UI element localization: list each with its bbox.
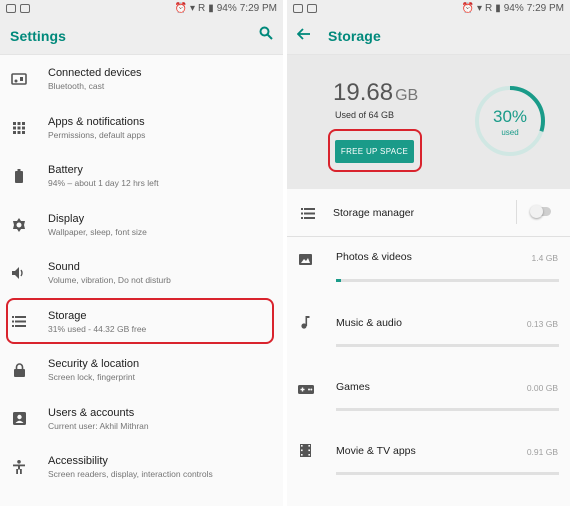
settings-item-apps-notifications[interactable]: Apps & notifications Permissions, defaul… [0, 104, 283, 153]
used-amount-value: 19.68 [333, 79, 394, 106]
category-usage-bar [336, 472, 559, 475]
used-of-total: Used of 64 GB [335, 110, 395, 120]
item-subtitle: Volume, vibration, Do not disturb [48, 275, 171, 286]
accessibility-icon [0, 460, 38, 475]
alarm-icon: ⏰ [174, 3, 187, 14]
item-subtitle: 94% – about 1 day 12 hrs left [48, 178, 159, 189]
apps-grid-icon [0, 121, 38, 134]
notification-icon [6, 4, 16, 13]
settings-item-accessibility[interactable]: Accessibility Screen readers, display, i… [0, 443, 283, 492]
settings-item-security-location[interactable]: Security & location Screen lock, fingerp… [0, 346, 283, 395]
roaming-indicator: R [197, 3, 206, 14]
item-title: Accessibility [48, 455, 108, 468]
clock: 7:29 PM [526, 3, 564, 14]
category-movie-tv[interactable]: Movie & TV apps 0.91 GB [287, 443, 570, 481]
item-subtitle: Screen readers, display, interaction con… [48, 469, 213, 480]
photo-icon [299, 252, 312, 270]
category-photos-videos[interactable]: Photos & videos 1.4 GB [287, 250, 570, 288]
category-label: Photos & videos [336, 251, 412, 263]
alarm-icon: ⏰ [461, 3, 474, 14]
page-title: Storage [328, 27, 381, 44]
category-label: Music & audio [336, 317, 402, 329]
signal-icon: ▾ [189, 3, 195, 14]
item-title: Users & accounts [48, 406, 135, 419]
used-amount: 19.68 GB [333, 79, 418, 107]
item-subtitle: Bluetooth, cast [48, 81, 105, 92]
category-games[interactable]: Games 0.00 GB [287, 378, 570, 416]
battery-percent: 94% [503, 3, 524, 14]
item-title: Display [48, 212, 85, 225]
toggle-divider [516, 200, 517, 224]
message-icon [307, 4, 317, 13]
battery-percent: 94% [216, 3, 237, 14]
usage-percent-sub: used [501, 128, 518, 137]
battery-icon [0, 169, 38, 184]
message-icon [20, 4, 30, 13]
item-title: Connected devices [48, 67, 142, 80]
used-amount-unit: GB [395, 87, 419, 104]
divider [287, 236, 570, 237]
item-title: Security & location [48, 358, 140, 371]
item-subtitle: Screen lock, fingerprint [48, 372, 135, 383]
category-label: Games [336, 381, 370, 393]
cast-icon [0, 73, 38, 86]
usage-ring: 30% used [473, 84, 547, 163]
item-title: Battery [48, 164, 83, 177]
roaming-indicator: R [484, 3, 493, 14]
status-bar: ⏰ ▾ R ▮ 94% 7:29 PM [0, 0, 283, 17]
signal-icon: ▾ [476, 3, 482, 14]
app-bar: Settings [0, 17, 283, 55]
gamepad-icon [298, 381, 314, 399]
settings-item-sound[interactable]: Sound Volume, vibration, Do not disturb [0, 249, 283, 298]
category-usage-fill [336, 279, 341, 282]
settings-item-users-accounts[interactable]: Users & accounts Current user: Akhil Mit… [0, 395, 283, 444]
category-size: 0.00 GB [526, 383, 558, 393]
item-subtitle: Wallpaper, sleep, font size [48, 226, 147, 237]
page-title: Settings [10, 27, 67, 44]
music-note-icon [301, 316, 310, 334]
account-icon [0, 412, 38, 426]
storage-manager-icon [301, 206, 315, 224]
settings-screen: ⏰ ▾ R ▮ 94% 7:29 PM Settings Connected d… [0, 0, 283, 506]
category-size: 0.91 GB [526, 447, 558, 457]
category-size: 0.13 GB [526, 319, 558, 329]
settings-list: Connected devices Bluetooth, cast Apps &… [0, 55, 283, 492]
settings-item-battery[interactable]: Battery 94% – about 1 day 12 hrs left [0, 152, 283, 201]
settings-item-connected-devices[interactable]: Connected devices Bluetooth, cast [0, 55, 283, 104]
item-title: Sound [48, 261, 80, 274]
category-size: 1.4 GB [531, 253, 558, 263]
category-usage-bar [336, 408, 559, 411]
free-up-space-button[interactable]: FREE UP SPACE [335, 140, 414, 163]
clock: 7:29 PM [239, 3, 277, 14]
category-music-audio[interactable]: Music & audio 0.13 GB [287, 314, 570, 352]
battery-status-icon: ▮ [495, 3, 501, 14]
app-bar: Storage [287, 17, 570, 55]
storage-manager-row[interactable]: Storage manager [287, 198, 570, 226]
volume-icon [0, 267, 38, 280]
usage-percent: 30% [493, 107, 527, 126]
category-label: Movie & TV apps [336, 445, 416, 457]
movie-icon [300, 444, 311, 462]
storage-highlight-outline [6, 298, 274, 344]
item-subtitle: Permissions, default apps [48, 129, 146, 140]
battery-status-icon: ▮ [208, 3, 214, 14]
lock-icon [0, 363, 38, 378]
category-usage-bar [336, 344, 559, 347]
category-usage-bar [336, 279, 559, 282]
item-title: Apps & notifications [48, 115, 145, 128]
storage-manager-toggle[interactable] [530, 205, 551, 218]
settings-item-display[interactable]: Display Wallpaper, sleep, font size [0, 201, 283, 250]
brightness-icon [0, 217, 38, 232]
search-icon[interactable] [259, 26, 273, 45]
toggle-thumb [530, 205, 543, 218]
status-bar: ⏰ ▾ R ▮ 94% 7:29 PM [287, 0, 570, 17]
notification-icon [293, 4, 303, 13]
back-arrow-icon[interactable] [296, 27, 310, 45]
storage-manager-label: Storage manager [333, 207, 415, 219]
storage-screen: ⏰ ▾ R ▮ 94% 7:29 PM Storage 19.68 GB Used… [287, 0, 570, 506]
item-subtitle: Current user: Akhil Mithran [48, 420, 149, 431]
